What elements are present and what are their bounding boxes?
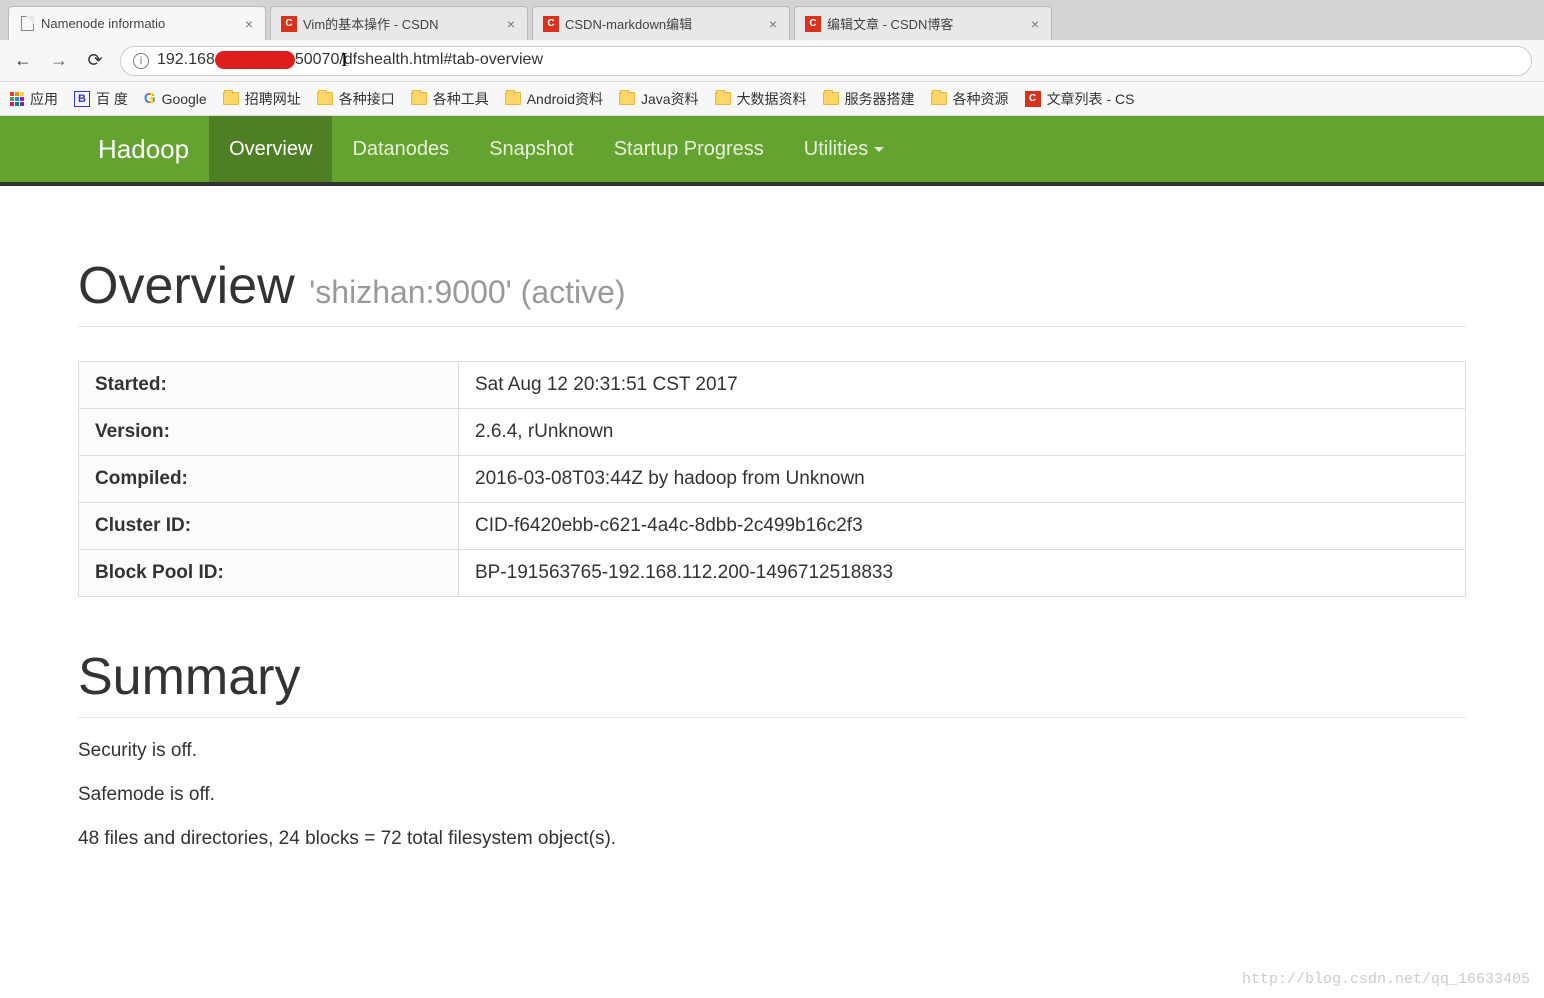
row-label: Started:	[79, 362, 459, 409]
url-text: 192.16850070/dfshealth.html#tab-overview	[157, 51, 543, 69]
apps-icon	[10, 92, 24, 106]
row-value: BP-191563765-192.168.112.200-14967125188…	[459, 550, 1466, 597]
bookmarks-bar: 应用 B百 度 GGoogle 招聘网址 各种接口 各种工具 Android资料…	[0, 82, 1544, 116]
close-icon[interactable]: ×	[243, 16, 255, 32]
address-bar[interactable]: i 192.16850070/dfshealth.html#tab-overvi…	[120, 46, 1532, 76]
browser-tab-2[interactable]: C CSDN-markdown编辑 ×	[532, 6, 790, 40]
table-row: Started:Sat Aug 12 20:31:51 CST 2017	[79, 362, 1466, 409]
summary-line: Security is off.	[78, 740, 1466, 762]
nav-snapshot[interactable]: Snapshot	[469, 116, 594, 182]
watermark: http://blog.csdn.net/qq_16633405	[1242, 971, 1530, 988]
csdn-icon: C	[281, 16, 297, 32]
folder-icon	[619, 92, 635, 105]
bookmark-folder[interactable]: 招聘网址	[223, 89, 301, 109]
folder-icon	[505, 92, 521, 105]
summary-heading: Summary	[78, 647, 1466, 718]
row-label: Block Pool ID:	[79, 550, 459, 597]
row-value: 2016-03-08T03:44Z by hadoop from Unknown	[459, 456, 1466, 503]
folder-icon	[317, 92, 333, 105]
tab-title: 编辑文章 - CSDN博客	[827, 14, 1023, 33]
bookmark-folder[interactable]: 各种资源	[931, 89, 1009, 109]
table-row: Cluster ID:CID-f6420ebb-c621-4a4c-8dbb-2…	[79, 503, 1466, 550]
google-icon: G	[144, 90, 156, 107]
folder-icon	[931, 92, 947, 105]
overview-table: Started:Sat Aug 12 20:31:51 CST 2017 Ver…	[78, 361, 1466, 597]
bookmark-folder[interactable]: Android资料	[505, 89, 603, 109]
bookmark-csdn[interactable]: C文章列表 - CS	[1025, 89, 1135, 109]
bookmark-folder[interactable]: 服务器搭建	[823, 89, 915, 109]
bookmark-baidu[interactable]: B百 度	[74, 89, 128, 109]
folder-icon	[823, 92, 839, 105]
overview-heading: Overview 'shizhan:9000' (active)	[78, 256, 1466, 327]
close-icon[interactable]: ×	[1029, 16, 1041, 32]
table-row: Compiled:2016-03-08T03:44Z by hadoop fro…	[79, 456, 1466, 503]
bookmark-folder[interactable]: 各种工具	[411, 89, 489, 109]
hadoop-navbar: Hadoop Overview Datanodes Snapshot Start…	[0, 116, 1544, 186]
row-label: Version:	[79, 409, 459, 456]
browser-tab-3[interactable]: C 编辑文章 - CSDN博客 ×	[794, 6, 1052, 40]
page-icon	[19, 16, 35, 32]
bookmark-folder[interactable]: 大数据资料	[715, 89, 807, 109]
browser-tab-strip: Namenode informatio × C Vim的基本操作 - CSDN …	[0, 0, 1544, 40]
close-icon[interactable]: ×	[505, 16, 517, 32]
summary-text: Security is off. Safemode is off. 48 fil…	[78, 740, 1466, 850]
browser-toolbar: ← → ⟳ i 192.16850070/dfshealth.html#tab-…	[0, 40, 1544, 82]
apps-button[interactable]: 应用	[10, 89, 58, 109]
summary-line: 48 files and directories, 24 blocks = 72…	[78, 828, 1466, 850]
baidu-icon: B	[74, 91, 90, 107]
forward-button[interactable]: →	[48, 50, 70, 71]
tab-title: CSDN-markdown编辑	[565, 14, 761, 33]
row-value: CID-f6420ebb-c621-4a4c-8dbb-2c499b16c2f3	[459, 503, 1466, 550]
folder-icon	[223, 92, 239, 105]
row-value: 2.6.4, rUnknown	[459, 409, 1466, 456]
row-value: Sat Aug 12 20:31:51 CST 2017	[459, 362, 1466, 409]
nav-startup-progress[interactable]: Startup Progress	[594, 116, 784, 182]
folder-icon	[411, 92, 427, 105]
tab-title: Namenode informatio	[41, 16, 237, 31]
info-icon[interactable]: i	[133, 53, 149, 69]
brand[interactable]: Hadoop	[78, 116, 209, 182]
table-row: Version:2.6.4, rUnknown	[79, 409, 1466, 456]
url-redacted	[215, 51, 295, 69]
csdn-icon: C	[543, 16, 559, 32]
close-icon[interactable]: ×	[767, 16, 779, 32]
browser-tab-0[interactable]: Namenode informatio ×	[8, 6, 266, 40]
bookmark-google[interactable]: GGoogle	[144, 90, 207, 107]
folder-icon	[715, 92, 731, 105]
csdn-icon: C	[805, 16, 821, 32]
reload-button[interactable]: ⟳	[84, 50, 106, 71]
nav-datanodes[interactable]: Datanodes	[332, 116, 469, 182]
page-content: Overview 'shizhan:9000' (active) Started…	[0, 256, 1544, 850]
tab-title: Vim的基本操作 - CSDN	[303, 14, 499, 33]
row-label: Compiled:	[79, 456, 459, 503]
row-label: Cluster ID:	[79, 503, 459, 550]
bookmark-folder[interactable]: Java资料	[619, 89, 699, 109]
text-cursor: I	[341, 49, 348, 72]
summary-line: Safemode is off.	[78, 784, 1466, 806]
csdn-icon: C	[1025, 91, 1041, 107]
nav-overview[interactable]: Overview	[209, 116, 332, 182]
browser-tab-1[interactable]: C Vim的基本操作 - CSDN ×	[270, 6, 528, 40]
bookmark-folder[interactable]: 各种接口	[317, 89, 395, 109]
back-button[interactable]: ←	[12, 50, 34, 71]
chevron-down-icon	[874, 147, 884, 157]
nav-utilities[interactable]: Utilities	[784, 116, 904, 182]
table-row: Block Pool ID:BP-191563765-192.168.112.2…	[79, 550, 1466, 597]
overview-subheading: 'shizhan:9000' (active)	[309, 274, 625, 310]
